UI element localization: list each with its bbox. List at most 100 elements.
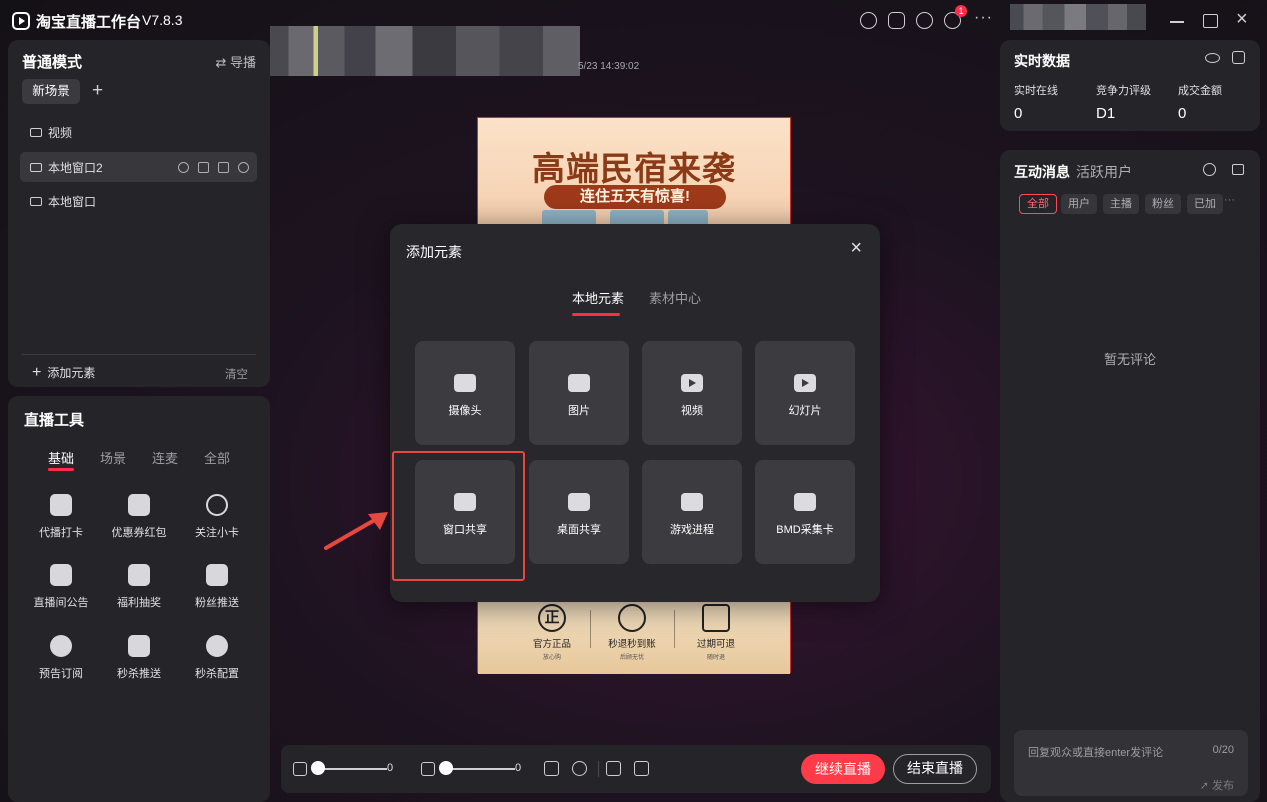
speaker-icon — [50, 564, 72, 586]
popout-icon[interactable] — [1232, 164, 1244, 175]
add-scene-button[interactable]: + — [92, 80, 103, 102]
face-icon[interactable] — [860, 12, 877, 29]
calendar-check-icon — [50, 494, 72, 516]
badge-title: 官方正品 — [532, 639, 571, 650]
mic-volume-value: 0 — [515, 762, 522, 774]
tab-all[interactable]: 全部 — [204, 448, 256, 467]
filter-fans[interactable]: 粉丝 — [1145, 194, 1181, 214]
filter-joined[interactable]: 已加 — [1187, 194, 1223, 214]
director-button[interactable]: ⇄ 导播 — [215, 52, 256, 71]
title-bar: 淘宝直播工作台 V7.8.3 1 ··· × — [0, 0, 1267, 40]
continue-live-button[interactable]: 继续直播 — [801, 754, 885, 784]
add-element-button[interactable]: + 添加元素 — [32, 364, 95, 382]
more-icon[interactable]: ··· — [974, 9, 993, 27]
mixer-icon[interactable] — [544, 761, 559, 776]
minimize-icon[interactable] — [1170, 21, 1184, 23]
tab-interactions[interactable]: 互动消息 — [1014, 162, 1070, 182]
close-window-icon[interactable]: × — [1236, 9, 1248, 29]
live-tools-title: 直播工具 — [24, 412, 85, 429]
source-label: 本地窗口 — [48, 194, 97, 209]
settings-icon[interactable] — [238, 161, 249, 173]
mic-volume-slider[interactable] — [443, 768, 515, 770]
source-item-local-window-2[interactable]: 本地窗口2 — [20, 152, 257, 182]
share-icon[interactable] — [634, 761, 649, 776]
end-live-button[interactable]: 结束直播 — [893, 754, 977, 784]
eye-icon[interactable] — [178, 161, 189, 173]
active-tab-indicator — [572, 313, 620, 316]
tile-video[interactable]: 视频 — [642, 341, 742, 445]
maximize-icon[interactable] — [1203, 14, 1218, 28]
tool-lottery[interactable]: 福利抽奖 — [100, 564, 178, 610]
tool-preview-subscribe[interactable]: 预告订阅 — [22, 635, 100, 681]
more-filters-icon[interactable]: ··· — [1224, 194, 1235, 206]
headset-icon[interactable] — [916, 12, 933, 29]
message-icon[interactable]: 1 — [944, 5, 967, 29]
document-icon[interactable] — [888, 12, 905, 29]
window-source-icon — [30, 196, 42, 206]
send-icon: ➚ — [1199, 780, 1212, 792]
tab-basic[interactable]: 基础 — [48, 448, 100, 467]
filter-all[interactable]: 全部 — [1019, 194, 1057, 214]
chart-icon[interactable] — [1232, 51, 1245, 64]
trash-icon[interactable] — [218, 161, 229, 173]
tab-co-host[interactable]: 连麦 — [152, 448, 204, 467]
lock-icon[interactable] — [198, 161, 209, 173]
metric-online: 实时在线 0 — [1014, 82, 1058, 122]
metric-value: 0 — [1178, 105, 1187, 122]
speaker-volume-knob[interactable] — [311, 761, 325, 775]
tool-checkin[interactable]: 代播打卡 — [22, 494, 100, 540]
tool-follow-card[interactable]: 关注小卡 — [178, 494, 256, 540]
tool-flash-sale-config[interactable]: 秒杀配置 — [178, 635, 256, 681]
badge-subtitle: 随时退 — [706, 655, 725, 661]
tool-announcement[interactable]: 直播间公告 — [22, 564, 100, 610]
tile-game-process[interactable]: 游戏进程 — [642, 460, 742, 564]
divider — [22, 354, 256, 355]
close-icon[interactable]: × — [850, 238, 862, 258]
eye-icon[interactable] — [1205, 53, 1220, 63]
gift-icon — [128, 564, 150, 586]
send-button[interactable]: ➚ 发布 — [1200, 777, 1234, 793]
mic-mute-icon[interactable] — [421, 762, 435, 776]
settings-icon[interactable] — [572, 761, 587, 776]
source-item-video[interactable]: 视频 — [8, 117, 270, 147]
tool-coupon[interactable]: 优惠券红包 — [100, 494, 178, 540]
tab-material-center[interactable]: 素材中心 — [649, 288, 701, 307]
tile-camera[interactable]: 摄像头 — [415, 341, 515, 445]
tab-local-elements[interactable]: 本地元素 — [572, 288, 624, 307]
filter-users[interactable]: 用户 — [1061, 194, 1097, 214]
scene-mode-title: 普通模式 — [22, 54, 83, 71]
speaker-mute-icon[interactable] — [293, 762, 307, 776]
guarantee-badge: 正 官方正品 放心购 — [512, 604, 592, 661]
tile-desktop-share[interactable]: 桌面共享 — [529, 460, 629, 564]
filter-hosts[interactable]: 主播 — [1103, 194, 1139, 214]
live-tools-panel: 直播工具 基础 场景 连麦 全部 代播打卡 优惠券红包 关注小卡 直播间公告 福… — [8, 396, 270, 802]
tool-fan-push[interactable]: 粉丝推送 — [178, 564, 256, 610]
scene-panel: 普通模式 ⇄ 导播 新场景 + 视频 本地窗口2 本地窗口 + 添加元素 清空 — [8, 40, 270, 387]
tab-active-users[interactable]: 活跃用户 — [1076, 162, 1132, 182]
no-comments-text: 暂无评论 — [1103, 352, 1156, 367]
reply-char-count: 0/20 — [1212, 744, 1234, 756]
tab-scene[interactable]: 场景 — [100, 448, 152, 467]
clear-button[interactable]: 清空 — [225, 366, 248, 382]
active-tab-indicator — [48, 468, 74, 471]
mic-volume-knob[interactable] — [439, 761, 453, 775]
settings-icon[interactable] — [1203, 163, 1216, 176]
source-item-local-window[interactable]: 本地窗口 — [8, 186, 270, 216]
add-element-label: 添加元素 — [47, 366, 96, 380]
play-icon — [681, 374, 703, 392]
tile-label: 游戏进程 — [670, 524, 714, 536]
calendar-icon[interactable] — [606, 761, 621, 776]
tool-label: 优惠券红包 — [111, 527, 167, 539]
control-bar: 0 0 继续直播 结束直播 — [281, 745, 991, 793]
tile-bmd-capture[interactable]: BMD采集卡 — [755, 460, 855, 564]
arrow-push-icon — [206, 564, 228, 586]
tile-slideshow[interactable]: 幻灯片 — [755, 341, 855, 445]
tile-label: 图片 — [568, 405, 590, 417]
tile-image[interactable]: 图片 — [529, 341, 629, 445]
scene-tab[interactable]: 新场景 — [22, 79, 80, 104]
speaker-volume-slider[interactable] — [315, 768, 387, 770]
reply-input[interactable]: 回复观众或直接enter发评论 0/20 ➚ 发布 — [1014, 730, 1248, 796]
user-avatar[interactable] — [1010, 4, 1146, 30]
video-source-icon — [30, 127, 42, 137]
tool-flash-sale-push[interactable]: 秒杀推送 — [100, 635, 178, 681]
